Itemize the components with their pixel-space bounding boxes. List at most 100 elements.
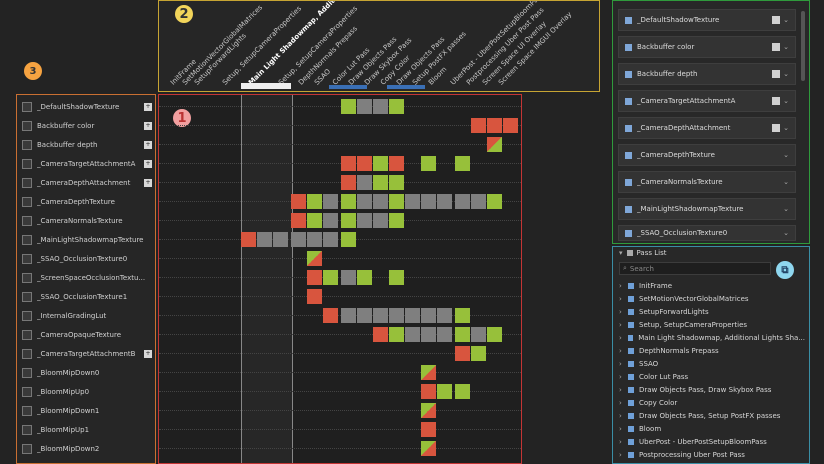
checkbox[interactable] [22, 253, 32, 264]
selected-pass-tab[interactable] [241, 83, 291, 89]
pass-tab[interactable] [329, 85, 367, 89]
usage-cell-unused[interactable] [273, 232, 288, 247]
resource-row[interactable]: _CameraOpaqueTexture [17, 325, 155, 344]
usage-cell-unused[interactable] [389, 308, 404, 323]
usage-cell-unused[interactable] [421, 308, 436, 323]
checkbox[interactable] [22, 443, 32, 454]
chevron-right-icon[interactable]: › [619, 412, 628, 420]
add-icon[interactable] [772, 43, 781, 51]
resource-detail-row[interactable]: _CameraTargetAttachmentA ⌄ [618, 90, 796, 112]
checkbox[interactable] [22, 424, 32, 435]
resource-row[interactable]: _BloomMipDown0 [17, 363, 155, 382]
resource-detail-row[interactable]: _MainLightShadowmapTexture ⌄ [618, 198, 796, 220]
checkbox[interactable] [22, 405, 32, 416]
pass-list-item[interactable]: › SetMotionVectorGlobalMatrices [619, 292, 805, 306]
chevron-right-icon[interactable]: › [619, 334, 628, 342]
usage-cell-write[interactable] [421, 365, 436, 380]
usage-cell-write[interactable] [307, 251, 322, 266]
chevron-down-icon[interactable]: ⌄ [783, 229, 789, 237]
usage-cell-unused[interactable] [455, 194, 470, 209]
chevron-right-icon[interactable]: › [619, 451, 628, 459]
usage-cell-unused[interactable] [471, 194, 486, 209]
chevron-right-icon[interactable]: › [619, 438, 628, 446]
usage-cell-unused[interactable] [341, 270, 356, 285]
chevron-right-icon[interactable]: › [619, 386, 628, 394]
resource-row[interactable]: _MainLightShadowmapTexture [17, 230, 155, 249]
pass-list-item[interactable]: › Draw Objects Pass, Draw Skybox Pass [619, 383, 805, 397]
checkbox[interactable] [22, 120, 32, 131]
resource-row[interactable]: _CameraDepthTexture [17, 192, 155, 211]
resource-row[interactable]: _BloomMipUp0 [17, 382, 155, 401]
usage-cell-read[interactable] [341, 99, 356, 114]
pass-list-item[interactable]: › SSAO [619, 357, 805, 371]
usage-cell-unused[interactable] [373, 308, 388, 323]
usage-cell-unused[interactable] [421, 327, 436, 342]
expand-icon[interactable]: + [144, 102, 152, 111]
pass-list-item[interactable]: › Setup, SetupCameraProperties [619, 318, 805, 332]
chevron-right-icon[interactable]: › [619, 282, 628, 290]
usage-cell-read[interactable] [307, 194, 322, 209]
chevron-down-icon[interactable]: ⌄ [783, 205, 789, 213]
usage-cell-read[interactable] [471, 346, 486, 361]
expand-icon[interactable]: + [144, 178, 152, 187]
chevron-right-icon[interactable]: › [619, 321, 628, 329]
resource-detail-row[interactable]: _CameraNormalsTexture ⌄ [618, 171, 796, 193]
usage-cell-write[interactable] [341, 175, 356, 190]
pass-list-item[interactable]: › InitFrame [619, 279, 805, 293]
checkbox[interactable] [22, 348, 32, 359]
resource-row[interactable]: _ScreenSpaceOcclusionTextu... [17, 268, 155, 287]
usage-cell-unused[interactable] [405, 327, 420, 342]
resource-detail-row[interactable]: Backbuffer color ⌄ [618, 36, 796, 58]
usage-cell-write[interactable] [291, 213, 306, 228]
expand-icon[interactable]: + [144, 140, 152, 149]
usage-cell-read[interactable] [487, 327, 502, 342]
usage-cell-unused[interactable] [421, 194, 436, 209]
resource-row[interactable]: _BloomMipUp1 [17, 420, 155, 439]
usage-cell-unused[interactable] [437, 194, 452, 209]
pass-list-item[interactable]: › Postprocessing Uber Post Pass [619, 448, 805, 462]
usage-cell-read[interactable] [389, 213, 404, 228]
pass-list-item[interactable]: › Copy Color [619, 396, 805, 410]
usage-cell-write[interactable] [421, 403, 436, 418]
pass-list-item[interactable]: › DepthNormals Prepass [619, 344, 805, 358]
usage-cell-read[interactable] [373, 156, 388, 171]
usage-cell-write[interactable] [307, 270, 322, 285]
usage-cell-write[interactable] [357, 156, 372, 171]
usage-cell-write[interactable] [389, 156, 404, 171]
chevron-right-icon[interactable]: › [619, 308, 628, 316]
resource-row[interactable]: _InternalGradingLut [17, 306, 155, 325]
expand-icon[interactable]: + [144, 159, 152, 168]
resource-row[interactable]: _BloomMipDown1 [17, 401, 155, 420]
usage-cell-read[interactable] [341, 213, 356, 228]
pass-list-item[interactable]: › Bloom [619, 422, 805, 436]
resource-row[interactable]: _SSAO_OcclusionTexture0 [17, 249, 155, 268]
usage-cell-read[interactable] [437, 384, 452, 399]
resource-row[interactable]: _CameraTargetAttachmentB + [17, 344, 155, 363]
chevron-down-icon[interactable]: ⌄ [783, 151, 789, 159]
chevron-down-icon[interactable]: ⌄ [783, 97, 789, 105]
checkbox[interactable] [22, 310, 32, 321]
usage-cell-unused[interactable] [373, 99, 388, 114]
checkbox[interactable] [22, 196, 32, 207]
usage-cell-read[interactable] [389, 175, 404, 190]
chevron-right-icon[interactable]: › [619, 295, 628, 303]
usage-cell-unused[interactable] [405, 194, 420, 209]
search-input[interactable]: ⌕ Search [619, 262, 771, 275]
usage-cell-write[interactable] [471, 118, 486, 133]
expand-icon[interactable]: + [144, 121, 152, 130]
resource-detail-row[interactable]: _CameraDepthAttachment ⌄ [618, 117, 796, 139]
usage-cell-read[interactable] [455, 308, 470, 323]
usage-cell-unused[interactable] [357, 175, 372, 190]
usage-cell-write[interactable] [455, 346, 470, 361]
usage-cell-write[interactable] [487, 137, 502, 152]
usage-cell-read[interactable] [389, 270, 404, 285]
checkbox[interactable] [22, 177, 32, 188]
checkbox[interactable] [22, 329, 32, 340]
chevron-right-icon[interactable]: › [619, 360, 628, 368]
usage-cell-read[interactable] [323, 270, 338, 285]
chevron-right-icon[interactable]: › [619, 425, 628, 433]
scrollbar[interactable] [801, 11, 805, 81]
resource-row[interactable]: Backbuffer color + [17, 116, 155, 135]
add-icon[interactable] [772, 97, 781, 105]
resource-detail-row[interactable]: _SSAO_OcclusionTexture0 ⌄ [618, 225, 796, 241]
